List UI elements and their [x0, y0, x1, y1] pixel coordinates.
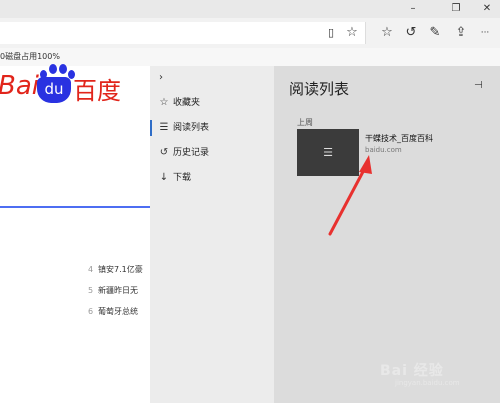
hot-list-item[interactable]: 6 葡萄牙总统	[88, 306, 148, 318]
reading-list-icon: ☰	[159, 122, 169, 133]
history-icon: ↺	[159, 147, 169, 158]
entry-url: baidu.com	[365, 146, 402, 154]
reading-view-icon[interactable]: ▯	[320, 22, 342, 44]
section-header: 上周	[297, 118, 313, 127]
favorites-icon: ☆	[159, 97, 169, 108]
favorites-bar	[0, 48, 500, 67]
minimize-icon[interactable]: –	[400, 0, 426, 18]
panel-title: 阅读列表	[289, 80, 350, 98]
close-icon[interactable]: ✕	[474, 0, 500, 18]
selection-indicator	[150, 120, 152, 136]
logo-text-cn: 百度	[73, 77, 121, 105]
hub-nav-label: 下载	[173, 173, 192, 183]
pin-icon[interactable]: ⊣	[474, 80, 483, 91]
paw-toe	[49, 64, 57, 74]
search-box-border[interactable]	[0, 206, 150, 208]
watermark-subtext: jingyan.baidu.com	[395, 379, 460, 387]
address-bar[interactable]	[0, 22, 366, 44]
hot-list-text: 新疆昨日无	[98, 286, 138, 295]
share-icon[interactable]: ⇪	[450, 22, 472, 44]
watermark-text: Bai 经验	[380, 363, 444, 379]
logo-text-bai: Bai	[0, 71, 39, 101]
hot-list-rank: 5	[88, 286, 94, 295]
pen-icon[interactable]: ✎	[424, 22, 446, 44]
restore-icon[interactable]: ❐	[443, 0, 469, 18]
paw-toe	[59, 64, 67, 74]
download-icon: ↓	[159, 172, 169, 183]
hot-list-item[interactable]: 5 新疆昨日无	[88, 285, 148, 297]
hot-list-item[interactable]: 4 镇安7.1亿豪	[88, 264, 148, 276]
more-icon[interactable]: ···	[474, 22, 496, 44]
hot-list-text: 葡萄牙总统	[98, 307, 138, 316]
entry-title: 干蝶技术_百度百科	[365, 134, 433, 143]
hub-nav-reading-list[interactable]: ☰ 阅读列表	[150, 117, 274, 139]
hub-nav-label: 收藏夹	[173, 98, 201, 108]
hub-icon[interactable]: ☆	[376, 22, 398, 44]
hub-nav-label: 阅读列表	[173, 123, 210, 133]
entry-thumbnail: ☰	[297, 129, 359, 176]
hub-nav-label: 历史记录	[173, 148, 210, 158]
favorite-star-icon[interactable]: ☆	[341, 22, 363, 44]
logo-text-du: du	[37, 77, 71, 103]
hot-list-rank: 6	[88, 307, 94, 316]
hot-list-rank: 4	[88, 265, 94, 274]
hub-nav-favorites[interactable]: ☆ 收藏夹	[150, 92, 274, 114]
favorites-bar-item[interactable]: 0磁盘占用100%	[0, 51, 60, 62]
history-icon[interactable]: ↺	[400, 22, 422, 44]
hub-nav-history[interactable]: ↺ 历史记录	[150, 142, 274, 164]
hot-list-text: 镇安7.1亿豪	[98, 265, 143, 274]
chevron-right-icon[interactable]: ›	[159, 72, 163, 83]
hub-nav-downloads[interactable]: ↓ 下载	[150, 167, 274, 189]
hub-nav-pane: ☆ 收藏夹 ☰ 阅读列表 ↺ 历史记录 ↓ 下载	[150, 66, 274, 403]
